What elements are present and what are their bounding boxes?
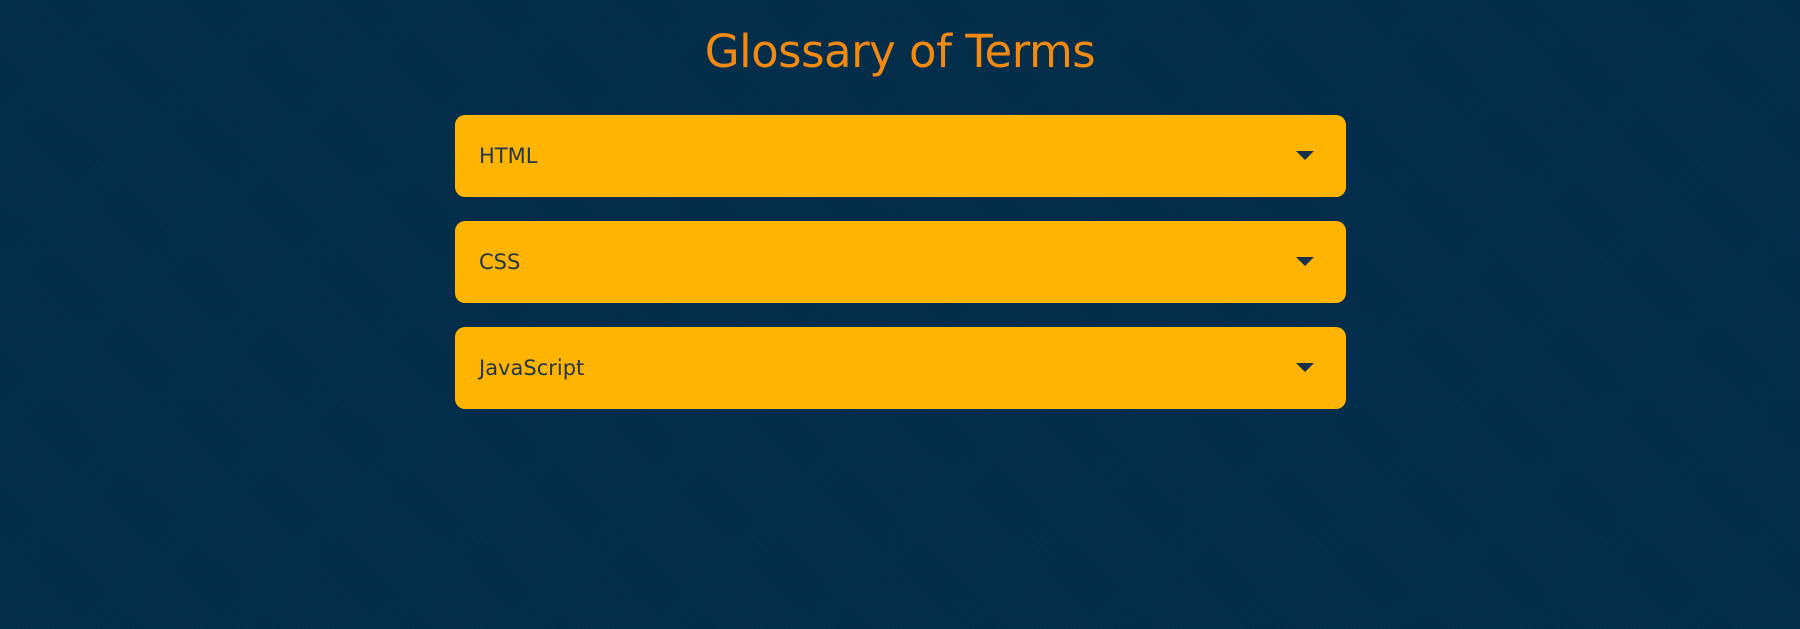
- accordion-item-label: HTML: [479, 144, 538, 168]
- chevron-down-icon[interactable]: [1296, 151, 1314, 160]
- accordion-item-label: CSS: [479, 250, 521, 274]
- accordion-item-javascript[interactable]: JavaScript: [455, 327, 1346, 409]
- accordion-item-label: JavaScript: [479, 356, 585, 380]
- accordion-item-html[interactable]: HTML: [455, 115, 1346, 197]
- page: Glossary of Terms HTML CSS JavaScript: [0, 0, 1800, 629]
- chevron-down-icon[interactable]: [1296, 363, 1314, 372]
- page-title: Glossary of Terms: [704, 25, 1096, 78]
- glossary-accordion: HTML CSS JavaScript: [455, 115, 1346, 433]
- accordion-item-css[interactable]: CSS: [455, 221, 1346, 303]
- chevron-down-icon[interactable]: [1296, 257, 1314, 266]
